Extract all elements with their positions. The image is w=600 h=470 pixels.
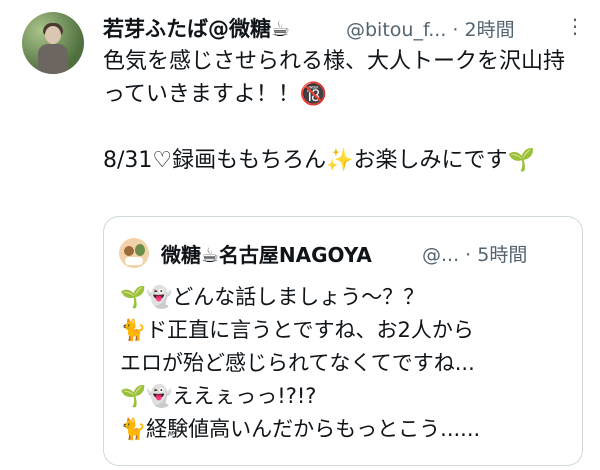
avatar-shape <box>124 246 134 256</box>
quoted-author-name[interactable]: 微糖☕名古屋NAGOYA <box>161 239 372 268</box>
quoted-author-handle-time[interactable]: @... · 5時間 <box>422 240 527 267</box>
author-avatar[interactable] <box>22 12 84 74</box>
avatar-head <box>45 26 61 44</box>
quoted-tweet-text: 🌱👻どんな話しましょう～？？ 🐈ド正直に言うとですね、お2人から エロが殆ど感じ… <box>120 285 481 441</box>
author-name[interactable]: 若芽ふたば@微糖☕ <box>103 13 290 43</box>
avatar-shape <box>135 244 145 256</box>
tweet-text: 色気を感じさせられる様、大人トークを沢山持っていきますよ！！🔞 8/31♡録画も… <box>103 49 566 173</box>
tweet-header: 若芽ふたば@微糖☕ @bitou_f... · 2時間 ⋮ <box>103 10 585 43</box>
author-handle-time[interactable]: @bitou_f... · 2時間 <box>346 15 515 42</box>
avatar-shape <box>125 257 143 265</box>
more-options-icon[interactable]: ⋮ <box>565 14 585 38</box>
quoted-author-avatar[interactable] <box>119 238 149 268</box>
quoted-tweet[interactable]: 微糖☕名古屋NAGOYA @... · 5時間 🌱👻どんな話しましょう～？？ 🐈… <box>103 216 583 466</box>
avatar-body <box>38 44 68 74</box>
